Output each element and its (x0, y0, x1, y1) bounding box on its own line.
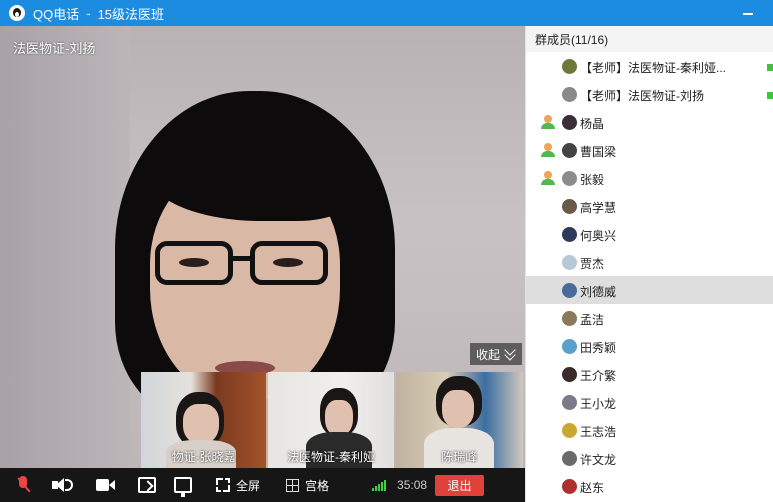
member-item[interactable]: 曹国梁 (526, 136, 773, 164)
member-name: 田秀颖 (580, 341, 617, 355)
avatar (562, 87, 577, 102)
minimize-icon[interactable] (741, 6, 755, 20)
main-video[interactable]: 法医物证-刘扬 收起 物证-张晓嘉 法医物证-秦利娅 陈瑞峰 (0, 26, 525, 468)
member-name: 许文龙 (580, 453, 617, 467)
avatar (562, 255, 577, 270)
member-name: 高学慧 (580, 201, 617, 215)
member-name: 曹国梁 (580, 145, 617, 159)
thumbnail-video[interactable]: 法医物证-秦利娅 (268, 372, 394, 468)
fullscreen-label: 全屏 (236, 478, 261, 493)
signal-strength-icon (372, 479, 390, 491)
member-count-header: 群成员(11/16) (526, 26, 773, 52)
member-name: 刘德威 (580, 285, 617, 299)
title-bar: QQ电话 - 15级法医班 (0, 0, 773, 26)
member-item[interactable]: 田秀颖 (526, 332, 773, 360)
collapse-label: 收起 (475, 347, 500, 362)
member-name: 王介繁 (580, 369, 617, 383)
member-item[interactable]: 何奥兴 (526, 220, 773, 248)
member-item[interactable]: 赵东 (526, 472, 773, 500)
avatar (562, 423, 577, 438)
avatar (562, 339, 577, 354)
double-chevron-down-icon (504, 347, 516, 361)
member-item[interactable]: 张毅 (526, 164, 773, 192)
member-item[interactable]: 王志浩 (526, 416, 773, 444)
title-separator: - (86, 5, 91, 21)
member-name: 何奥兴 (580, 229, 617, 243)
member-item[interactable]: 许文龙 (526, 444, 773, 472)
microphone-muted-icon[interactable] (16, 476, 30, 494)
member-panel: 群成员(11/16) 【老师】法医物证-秦利娅... 【老师】法医物证-刘扬 杨晶曹… (525, 26, 773, 502)
collapse-button[interactable]: 收起 (470, 343, 522, 365)
member-name: 王志浩 (580, 425, 617, 439)
online-status-indicator (767, 92, 773, 99)
avatar (562, 143, 577, 158)
member-item[interactable]: 刘德威 (526, 276, 773, 304)
speaking-user-icon (541, 115, 555, 129)
member-item[interactable]: 杨晶 (526, 108, 773, 136)
member-name: 杨晶 (580, 117, 605, 131)
speaker-name-label: 法医物证-刘扬 (13, 41, 96, 56)
qq-logo-icon (9, 5, 25, 21)
call-toolbar: 全屏 宫格 35:08 退出 (0, 468, 525, 502)
member-name: 【老师】法医物证-刘扬 (580, 89, 704, 103)
member-list: 【老师】法医物证-秦利娅... 【老师】法医物证-刘扬 杨晶曹国梁张毅高学慧何奥兴贾… (526, 52, 773, 500)
exit-button[interactable]: 退出 (435, 474, 485, 496)
avatar (562, 367, 577, 382)
avatar (562, 311, 577, 326)
avatar (562, 395, 577, 410)
member-name: 【老师】法医物证-秦利娅... (580, 61, 726, 75)
camera-icon[interactable] (96, 478, 116, 492)
member-item[interactable]: 王小龙 (526, 388, 773, 416)
grid-view-button[interactable]: 宫格 (260, 477, 329, 494)
avatar (562, 171, 577, 186)
member-name: 王小龙 (580, 397, 617, 411)
member-name: 贾杰 (580, 257, 605, 271)
avatar (562, 115, 577, 130)
fullscreen-icon (216, 478, 230, 492)
share-screen-icon[interactable] (138, 477, 156, 493)
thumbnail-name: 法医物证-秦利娅 (287, 450, 376, 464)
presentation-icon[interactable] (174, 477, 192, 497)
fullscreen-button[interactable]: 全屏 (192, 477, 260, 494)
thumbnail-name: 陈瑞峰 (441, 450, 478, 464)
thumbnail-name: 物证-张晓嘉 (171, 450, 236, 464)
member-item[interactable]: 高学慧 (526, 192, 773, 220)
grid-icon (286, 478, 300, 492)
speaker-icon[interactable] (52, 477, 73, 493)
avatar (562, 283, 577, 298)
member-item[interactable]: 【老师】法医物证-刘扬 (526, 80, 773, 108)
member-item[interactable]: 孟洁 (526, 304, 773, 332)
avatar (562, 479, 577, 494)
call-timer: 35:08 (397, 478, 428, 492)
member-name: 赵东 (580, 481, 605, 495)
member-item[interactable]: 王介繁 (526, 360, 773, 388)
member-name: 孟洁 (580, 313, 605, 327)
member-item[interactable]: 【老师】法医物证-秦利娅... (526, 52, 773, 80)
avatar (562, 199, 577, 214)
speaking-user-icon (541, 171, 555, 185)
group-name: 15级法医班 (97, 6, 165, 22)
avatar (562, 59, 577, 74)
thumbnail-strip: 物证-张晓嘉 法医物证-秦利娅 陈瑞峰 (141, 372, 525, 468)
app-name: QQ电话 (33, 6, 80, 22)
member-item[interactable]: 贾杰 (526, 248, 773, 276)
thumbnail-video[interactable]: 物证-张晓嘉 (141, 372, 267, 468)
grid-label: 宫格 (305, 478, 330, 493)
avatar (562, 451, 577, 466)
speaking-user-icon (541, 143, 555, 157)
online-status-indicator (767, 64, 773, 71)
thumbnail-video[interactable]: 陈瑞峰 (395, 372, 524, 468)
member-name: 张毅 (580, 173, 605, 187)
avatar (562, 227, 577, 242)
